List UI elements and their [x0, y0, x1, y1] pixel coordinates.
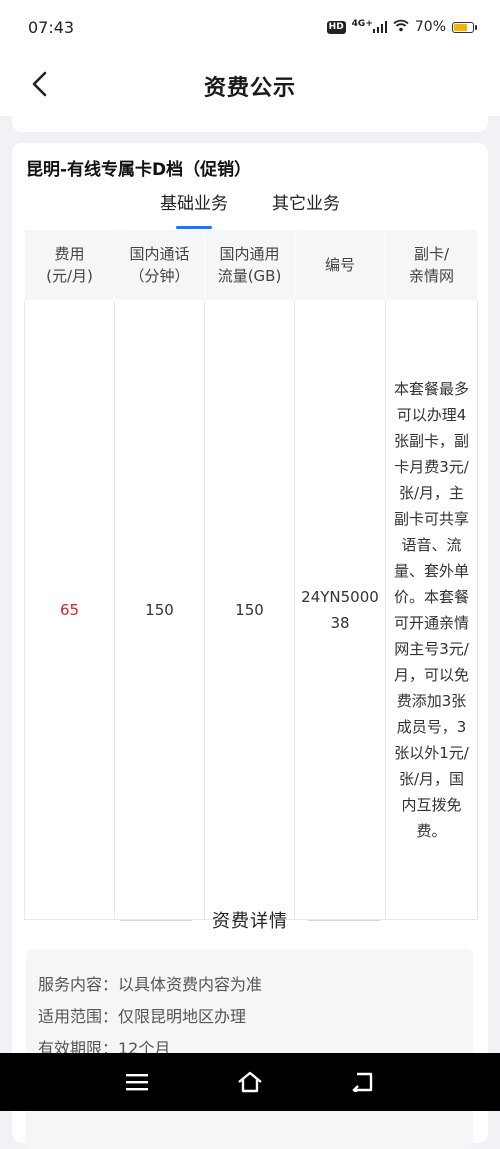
- previous-card-edge: [12, 116, 488, 132]
- battery-icon: [452, 21, 477, 33]
- detail-line-service: 服务内容：以具体资费内容为准: [38, 975, 263, 994]
- plan-card: 昆明-有线专属卡D档（促销） 基础业务 其它业务 费用 (元/月) 国内通话 （…: [12, 143, 488, 1149]
- column-header-data: 国内通用 流量(GB): [204, 229, 295, 301]
- cell-data: 150: [204, 300, 295, 920]
- app-header: 资费公示: [0, 54, 500, 116]
- cell-price: 65: [24, 300, 115, 920]
- tab-other-services[interactable]: 其它业务: [270, 189, 342, 219]
- cell-description: 本套餐最多可以办理4张副卡，副卡月费3元/张/月，主副卡可共享语音、流量、套外单…: [385, 300, 478, 920]
- tab-bar: 基础业务 其它业务: [12, 189, 488, 229]
- detail-line-scope: 适用范围：仅限昆明地区办理: [38, 1007, 247, 1026]
- table-header-row: 费用 (元/月) 国内通话 （分钟） 国内通用 流量(GB) 编号 副卡/ 亲情…: [24, 229, 478, 301]
- cell-code: 24YN500038: [294, 300, 386, 920]
- hd-icon: HD: [326, 20, 346, 34]
- home-button[interactable]: [230, 1062, 270, 1102]
- battery-level: [454, 23, 467, 31]
- system-nav-bar: [0, 1053, 500, 1111]
- home-icon: [238, 1071, 262, 1093]
- divider-line-right: [308, 919, 380, 921]
- details-section-header: 资费详情: [12, 907, 488, 933]
- status-time: 07:43: [28, 17, 75, 37]
- details-box: 服务内容：以具体资费内容为准 适用范围：仅限昆明地区办理 有效期限：12个月: [26, 949, 473, 1149]
- column-header-code: 编号: [294, 229, 386, 301]
- menu-button[interactable]: [117, 1062, 157, 1102]
- page-title: 资费公示: [203, 76, 296, 101]
- column-header-secondary-card: 副卡/ 亲情网: [385, 229, 478, 301]
- cell-calls: 150: [114, 300, 205, 920]
- fee-table: 费用 (元/月) 国内通话 （分钟） 国内通用 流量(GB) 编号 副卡/ 亲情…: [24, 229, 478, 920]
- column-header-calls: 国内通话 （分钟）: [114, 229, 205, 301]
- network-type-label: 4G+: [351, 19, 373, 29]
- table-row: 65 150 150 24YN500038 本套餐最多可以办理4张副卡，副卡月费…: [24, 300, 478, 920]
- battery-percent: 70%: [414, 19, 446, 35]
- back-arrow-icon: [352, 1072, 373, 1092]
- status-icons: HD 4G+ 70%: [326, 19, 477, 36]
- system-back-button[interactable]: [343, 1062, 383, 1102]
- details-section-title: 资费详情: [212, 911, 288, 932]
- wifi-icon: [393, 19, 409, 36]
- signal-icon: 4G+: [351, 19, 387, 33]
- plan-name: 昆明-有线专属卡D档（促销）: [26, 160, 252, 180]
- tab-basic-services[interactable]: 基础业务: [158, 189, 230, 229]
- divider-line-left: [120, 919, 192, 921]
- column-header-fee: 费用 (元/月): [24, 229, 115, 301]
- menu-icon: [125, 1074, 148, 1091]
- status-bar: 07:43 HD 4G+ 70%: [0, 0, 500, 54]
